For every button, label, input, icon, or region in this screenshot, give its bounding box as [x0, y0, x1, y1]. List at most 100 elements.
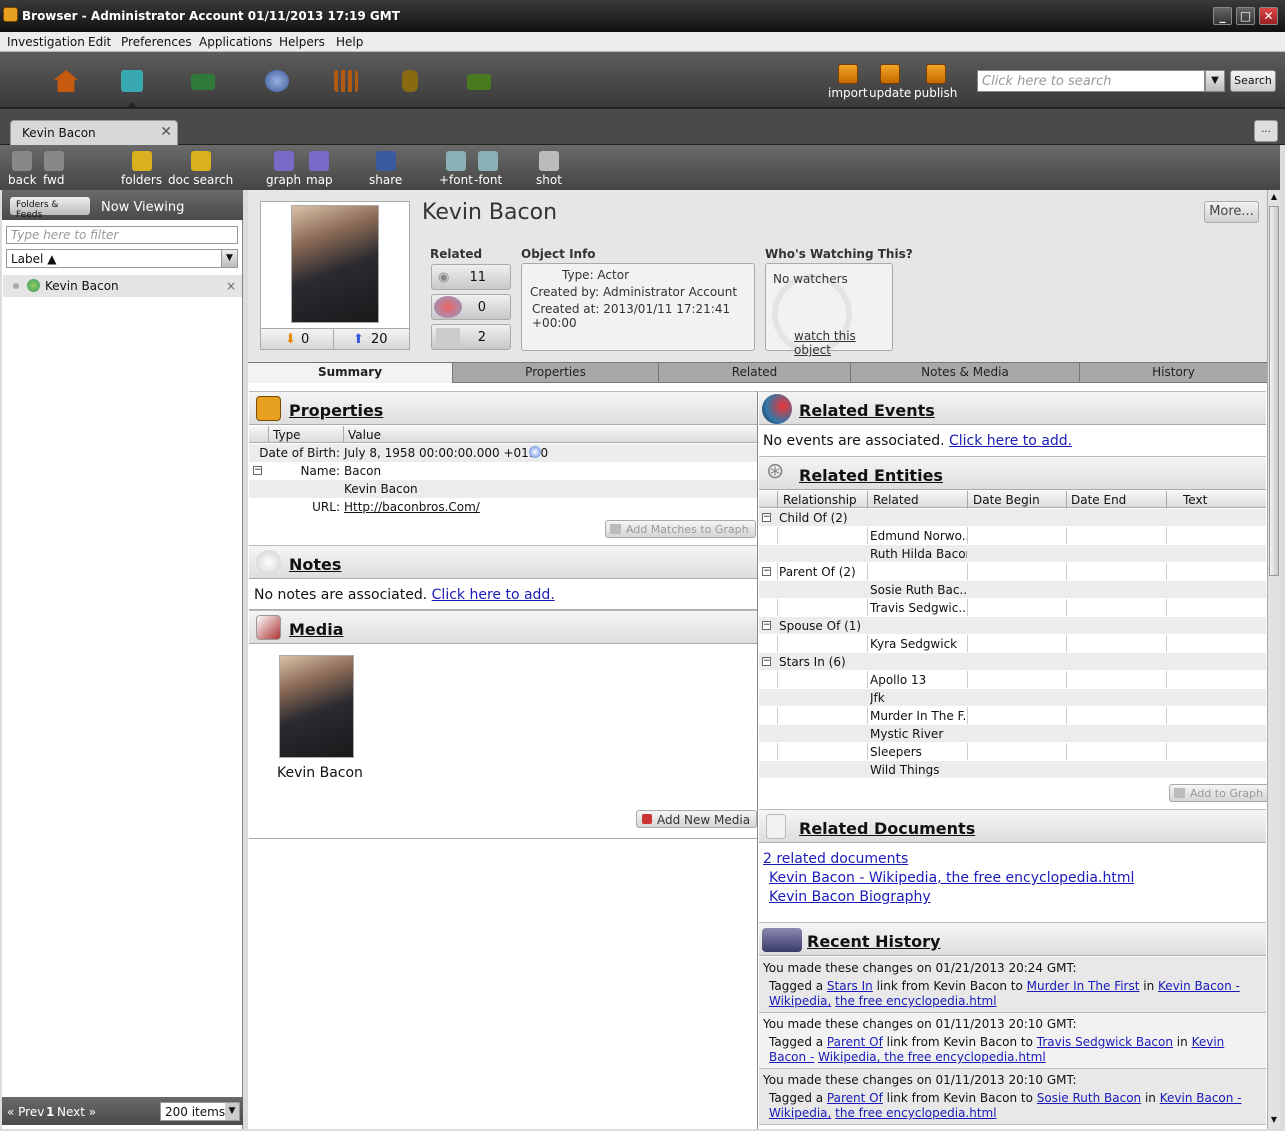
tab-kevin-bacon[interactable]: Kevin Bacon ✕ — [10, 120, 178, 145]
scrollbar-thumb[interactable] — [1269, 206, 1279, 576]
add-event-link[interactable]: Click here to add. — [949, 433, 1072, 449]
documents-icon[interactable] — [121, 70, 143, 92]
globe-icon[interactable] — [265, 70, 289, 92]
search-dropdown-icon[interactable]: ▼ — [1205, 70, 1225, 92]
map-button[interactable]: map — [306, 151, 333, 187]
filter-input[interactable]: Type here to filter — [6, 226, 238, 244]
vote-down-icon[interactable]: ⬇ — [285, 332, 296, 347]
entity-row[interactable]: Sosie Ruth Bac... — [759, 581, 1266, 599]
menu-help[interactable]: Help — [336, 35, 363, 49]
collapse-icon[interactable]: − — [762, 567, 771, 576]
maximize-icon[interactable]: □ — [1236, 7, 1255, 25]
sort-select[interactable]: Label ▲ ▼ — [6, 249, 238, 268]
related-documents-count-link[interactable]: 2 related documents — [763, 851, 908, 867]
tab-summary[interactable]: Summary — [248, 363, 453, 383]
tab-history[interactable]: History — [1080, 363, 1267, 383]
entity-row[interactable]: Murder In The F... — [759, 707, 1266, 725]
entity-row[interactable]: Apollo 13 — [759, 671, 1266, 689]
share-button[interactable]: share — [369, 151, 402, 187]
add-matches-to-graph-button[interactable]: Add Matches to Graph — [605, 520, 756, 538]
menu-investigation[interactable]: Investigation — [7, 35, 85, 49]
doc-search-button[interactable]: doc search — [168, 151, 233, 187]
url-link[interactable]: Http://baconbros.Com/ — [344, 500, 480, 514]
history-title[interactable]: Recent History — [807, 932, 940, 951]
search-button[interactable]: Search — [1230, 70, 1276, 92]
camera-icon[interactable] — [467, 74, 491, 90]
history-target-link[interactable]: Travis Sedgwick Bacon — [1037, 1035, 1173, 1049]
import-button[interactable]: import — [828, 64, 868, 100]
entity-row[interactable]: Jfk — [759, 689, 1266, 707]
related-entities-button[interactable]: ◉ 11 — [431, 264, 511, 290]
events-title[interactable]: Related Events — [799, 401, 935, 420]
vote-up-icon[interactable]: ⬆ — [353, 332, 364, 347]
sidebar-item-kevin-bacon[interactable]: Kevin Bacon × — [3, 275, 242, 297]
history-relationship-link[interactable]: Stars In — [827, 979, 873, 993]
history-document-link[interactable]: Wikipedia, the free encyclopedia.html — [818, 1050, 1046, 1064]
related-events-button[interactable]: 0 — [431, 294, 511, 320]
documents-title[interactable]: Related Documents — [799, 819, 975, 838]
next-page-link[interactable]: Next » — [57, 1105, 96, 1119]
more-button[interactable]: More... — [1204, 201, 1259, 223]
entities-title[interactable]: Related Entities — [799, 466, 943, 485]
document-link[interactable]: Kevin Bacon Biography — [769, 889, 931, 905]
database-icon[interactable] — [402, 70, 418, 92]
history-relationship-link[interactable]: Parent Of — [827, 1091, 883, 1105]
tab-properties[interactable]: Properties — [453, 363, 659, 383]
entity-group-row[interactable]: − Child Of (2) — [759, 509, 1266, 527]
collapse-icon[interactable]: − — [762, 513, 771, 522]
tab-notes-media[interactable]: Notes & Media — [851, 363, 1080, 383]
tab-overflow-button[interactable]: ... — [1254, 120, 1278, 142]
menu-applications[interactable]: Applications — [199, 35, 272, 49]
search-input[interactable]: Click here to search — [977, 70, 1205, 92]
update-button[interactable]: update — [869, 64, 911, 100]
notes-title[interactable]: Notes — [289, 555, 341, 574]
history-target-link[interactable]: Sosie Ruth Bacon — [1037, 1091, 1141, 1105]
add-to-graph-button[interactable]: Add to Graph — [1169, 784, 1271, 802]
scroll-up-icon[interactable]: ▲ — [1269, 192, 1279, 204]
entity-row[interactable]: Edmund Norwo... — [759, 527, 1266, 545]
entity-row[interactable]: Sleepers — [759, 743, 1266, 761]
home-icon[interactable] — [54, 70, 78, 92]
entity-group-row[interactable]: − Parent Of (2) — [759, 563, 1266, 581]
entity-row[interactable]: Wild Things — [759, 761, 1266, 779]
menu-edit[interactable]: Edit — [88, 35, 111, 49]
font-increase-button[interactable]: +font — [439, 151, 473, 187]
watch-object-link[interactable]: watch this object — [794, 329, 892, 357]
entity-row[interactable]: Ruth Hilda Bacon — [759, 545, 1266, 563]
scroll-down-icon[interactable]: ▼ — [1269, 1115, 1279, 1127]
media-title[interactable]: Media — [289, 620, 344, 639]
graph-button[interactable]: graph — [266, 151, 301, 187]
folders-button[interactable]: folders — [121, 151, 162, 187]
entity-group-row[interactable]: − Stars In (6) — [759, 653, 1266, 671]
add-new-media-button[interactable]: Add New Media — [636, 810, 758, 828]
related-documents-button[interactable]: 2 — [431, 324, 511, 350]
entity-row[interactable]: Mystic River — [759, 725, 1266, 743]
properties-title[interactable]: Properties — [289, 401, 383, 420]
remove-item-icon[interactable]: × — [226, 279, 236, 293]
collapse-icon[interactable]: − — [762, 621, 771, 630]
menu-helpers[interactable]: Helpers — [279, 35, 325, 49]
history-document-link[interactable]: the free encyclopedia.html — [835, 1106, 996, 1120]
charts-icon[interactable] — [334, 70, 358, 92]
tab-related[interactable]: Related — [659, 363, 851, 383]
forward-button[interactable]: fwd — [43, 151, 64, 187]
prev-page-link[interactable]: « Prev — [7, 1105, 44, 1119]
history-document-link[interactable]: the free encyclopedia.html — [835, 994, 996, 1008]
back-button[interactable]: back — [8, 151, 37, 187]
menu-preferences[interactable]: Preferences — [121, 35, 192, 49]
entity-group-row[interactable]: − Spouse Of (1) — [759, 617, 1266, 635]
history-relationship-link[interactable]: Parent Of — [827, 1035, 883, 1049]
entities-icon[interactable] — [191, 74, 215, 90]
history-target-link[interactable]: Murder In The First — [1027, 979, 1140, 993]
page-size-select[interactable]: 200 items ▼ — [160, 1102, 240, 1121]
entity-row[interactable]: Kyra Sedgwick — [759, 635, 1266, 653]
close-tab-icon[interactable]: ✕ — [160, 124, 172, 140]
entity-row[interactable]: Travis Sedgwic... — [759, 599, 1266, 617]
folders-feeds-button[interactable]: Folders & Feeds — [10, 197, 90, 220]
close-icon[interactable]: ✕ — [1259, 7, 1278, 25]
font-decrease-button[interactable]: -font — [474, 151, 502, 187]
main-scrollbar[interactable]: ▲ ▼ — [1267, 190, 1280, 1129]
media-thumbnail[interactable] — [279, 655, 354, 758]
screenshot-button[interactable]: shot — [536, 151, 562, 187]
collapse-icon[interactable]: − — [253, 466, 262, 475]
